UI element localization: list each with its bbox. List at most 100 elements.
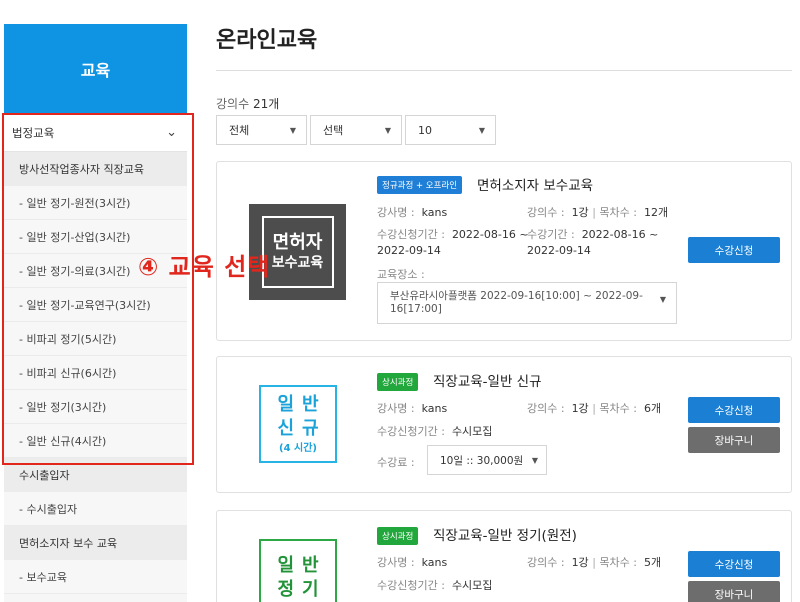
apply-button[interactable]: 수강신청 [688, 397, 780, 423]
study-period-row: 수강기간 : 2022-08-16 ~ 2022-09-14 [527, 227, 658, 259]
fee-label: 수강료 : [377, 456, 415, 469]
apply-period-label: 수강신청기간 : [377, 425, 445, 438]
sidebar-item-refresher[interactable]: - 보수교육 [4, 560, 187, 594]
course-badge: 상시과정 [377, 527, 419, 545]
fee-value: 10일 :: 30,000원 [440, 454, 524, 467]
toc-value: 12개 [643, 206, 669, 219]
instructor-row: 강사명 : kans [377, 204, 447, 220]
place-select[interactable]: 부산유라시아플랫폼 2022-09-16[10:00] ~ 2022-09-16… [377, 282, 677, 324]
instructor-value: kans [421, 556, 448, 569]
instructor-value: kans [421, 402, 448, 415]
toc-label: 목차수 : [599, 206, 637, 219]
sidebar-item-general-new[interactable]: - 일반 신규(4시간) [4, 424, 187, 458]
apply-period-row: 수강신청기간 : 수시모집 [377, 577, 492, 593]
category-label: 법정교육 [12, 125, 55, 140]
instructor-value: kans [421, 206, 448, 219]
group-title-license-holders[interactable]: 면허소지자 보수 교육 [4, 526, 187, 560]
instructor-row: 강사명 : kans [377, 400, 447, 416]
apply-period-row: 수강신청기간 : 수시모집 [377, 423, 492, 439]
cart-button[interactable]: 장바구니 [688, 427, 780, 453]
apply-period-value: 수시모집 [451, 579, 493, 592]
lectures-label: 강의수 : [527, 206, 565, 219]
lectures-label: 강의수 : [527, 402, 565, 415]
divider [216, 70, 792, 71]
instructor-row: 강사명 : kans [377, 554, 447, 570]
sidebar-item-ndt-regular[interactable]: - 비파괴 정기(5시간) [4, 322, 187, 356]
count-value: 21개 [252, 97, 280, 111]
lectures-value: 1강 [571, 556, 589, 569]
course-badge: 정규과정 + 오프라인 [377, 176, 463, 194]
sidebar-item-ndt-new[interactable]: - 비파괴 신규(6시간) [4, 356, 187, 390]
instructor-label: 강사명 : [377, 556, 415, 569]
apply-period-label: 수강신청기간 : [377, 579, 445, 592]
lectures-label: 강의수 : [527, 556, 565, 569]
apply-period-label: 수강신청기간 : [377, 228, 445, 241]
page-title: 온라인교육 [216, 28, 318, 53]
group-title-radiation-workers[interactable]: 방사선작업종사자 직장교육 [4, 152, 187, 186]
course-card: 일반 정기 상시과정 직장교육-일반 정기(원전) 강사명 : kans 강의수… [216, 510, 792, 602]
caret-down-icon: ▼ [478, 125, 485, 135]
step-annotation: ④ 교육 선택 [138, 253, 271, 281]
sidebar-item-general-regular-nuclear[interactable]: - 일반 정기-원전(3시간) [4, 186, 187, 220]
instructor-label: 강사명 : [377, 402, 415, 415]
lecture-toc-row: 강의수 : 1강 | 목차수 : 5개 [527, 556, 662, 569]
place-label: 교육장소 : [377, 268, 425, 281]
lectures-value: 1강 [571, 206, 589, 219]
thumb-line: (4 시간) [279, 442, 317, 454]
sidebar: 교육 법정교육 ⌄ 방사선작업종사자 직장교육 - 일반 정기-원전(3시간) … [4, 24, 187, 602]
place-value: 부산유라시아플랫폼 2022-09-16[10:00] ~ 2022-09-16… [390, 290, 643, 316]
lecture-toc-row: 강의수 : 1강 | 목차수 : 6개 [527, 402, 662, 415]
category-legal-education[interactable]: 법정교육 ⌄ [4, 114, 187, 152]
toc-value: 5개 [643, 556, 662, 569]
study-period-end: 2022-09-14 [527, 243, 591, 257]
apply-period-value: 2022-08-16 ~ [451, 228, 529, 241]
sidebar-item-general-regular-research[interactable]: - 일반 정기-교육연구(3시간) [4, 288, 187, 322]
sidebar-item-occasional-visitor[interactable]: - 수시출입자 [4, 492, 187, 526]
fee-select[interactable]: 10일 :: 30,000원 ▼ [427, 445, 547, 475]
filter-type-value: 전체 [229, 124, 250, 137]
count-label: 강의수 [216, 97, 250, 111]
thumb-line: 보수교육 [271, 254, 324, 271]
thumb-line: 일반 [277, 554, 327, 576]
toc-value: 6개 [643, 402, 662, 415]
cart-button[interactable]: 장바구니 [688, 581, 780, 602]
apply-period-end: 2022-09-14 [377, 243, 441, 257]
thumb-line: 정기 [277, 579, 327, 600]
course-card: 면허자 보수교육 정규과정 + 오프라인 면허소지자 보수교육 강사명 : ka… [216, 161, 792, 341]
toc-label: 목차수 : [599, 402, 637, 415]
page-size-value: 10 [418, 123, 432, 137]
sidebar-item-general-regular[interactable]: - 일반 정기(3시간) [4, 390, 187, 424]
course-card: 일반 신규 (4 시간) 상시과정 직장교육-일반 신규 강사명 : kans … [216, 356, 792, 493]
apply-period-row: 수강신청기간 : 2022-08-16 ~ 2022-09-14 [377, 227, 529, 259]
filter-option-value: 선택 [323, 124, 344, 137]
study-period-value: 2022-08-16 ~ [581, 228, 659, 241]
sidebar-header[interactable]: 교육 [4, 24, 187, 114]
group-title-occasional-visitors[interactable]: 수시출입자 [4, 458, 187, 492]
course-thumbnail[interactable]: 일반 신규 (4 시간) [259, 385, 337, 463]
lectures-value: 1강 [571, 402, 589, 415]
chevron-down-icon: ⌄ [166, 125, 177, 140]
thumb-line: 일반 [277, 394, 327, 416]
study-period-label: 수강기간 : [527, 228, 575, 241]
page-size-select[interactable]: 10 ▼ [405, 115, 496, 145]
caret-down-icon: ▼ [289, 125, 296, 135]
toc-label: 목차수 : [599, 556, 637, 569]
apply-period-value: 수시모집 [451, 425, 493, 438]
course-title[interactable]: 면허소지자 보수교육 [477, 174, 593, 194]
thumb-line: 신규 [277, 417, 327, 439]
course-title[interactable]: 직장교육-일반 정기(원전) [433, 524, 577, 544]
filter-type-select[interactable]: 전체 ▼ [216, 115, 307, 145]
course-title[interactable]: 직장교육-일반 신규 [433, 370, 542, 390]
thumb-line: 면허자 [272, 232, 323, 253]
filter-option-select[interactable]: 선택 ▼ [310, 115, 402, 145]
apply-button[interactable]: 수강신청 [688, 551, 780, 577]
caret-down-icon: ▼ [659, 295, 666, 304]
course-thumbnail[interactable]: 일반 정기 [259, 539, 337, 602]
instructor-label: 강사명 : [377, 206, 415, 219]
lecture-toc-row: 강의수 : 1강 | 목차수 : 12개 [527, 206, 669, 219]
course-badge: 상시과정 [377, 373, 419, 391]
caret-down-icon: ▼ [531, 455, 538, 465]
caret-down-icon: ▼ [384, 125, 391, 135]
course-count: 강의수 21개 [216, 95, 279, 112]
apply-button[interactable]: 수강신청 [688, 237, 780, 263]
